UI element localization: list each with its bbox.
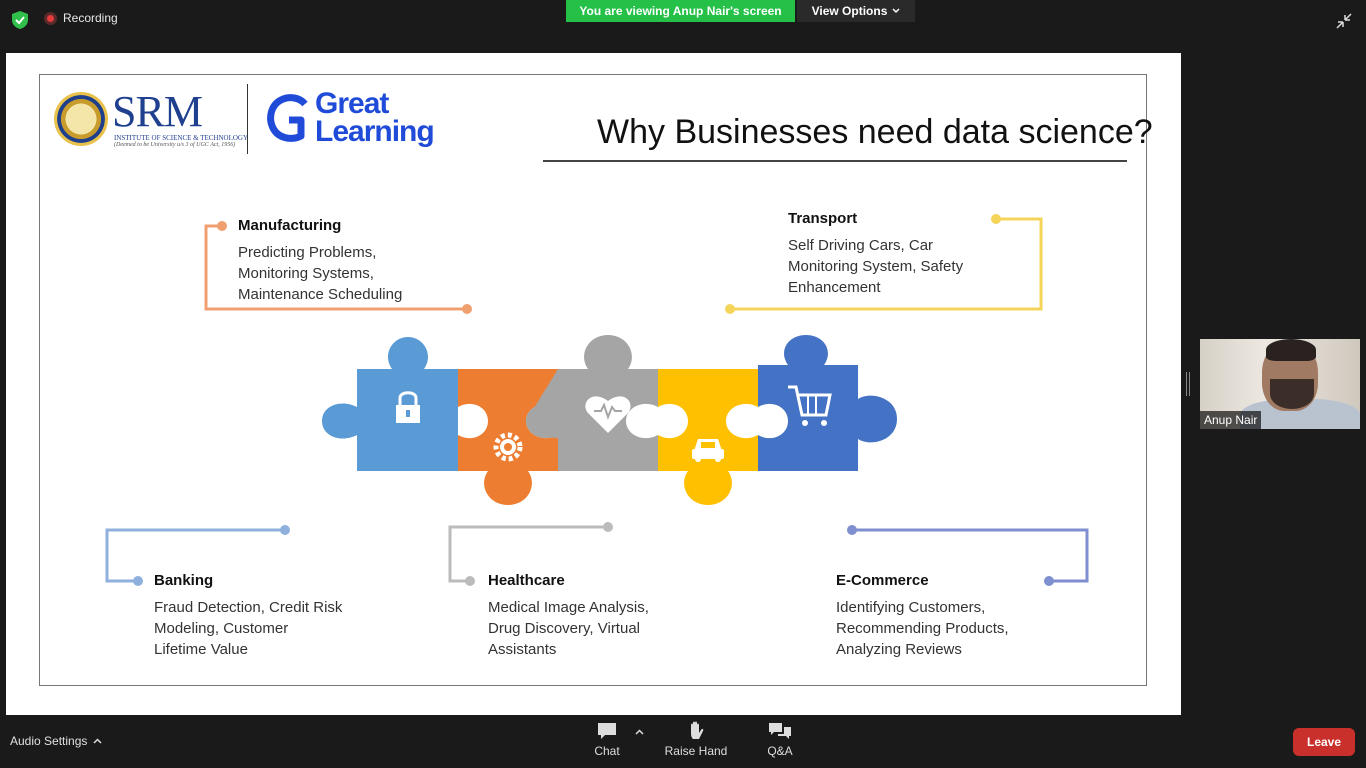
transport-body: Self Driving Cars, Car Monitoring System… xyxy=(788,237,964,296)
chevron-up-icon xyxy=(93,738,102,744)
exit-fullscreen-icon[interactable] xyxy=(1333,10,1355,32)
puzzle-piece-cart xyxy=(758,335,897,471)
participant-video[interactable]: Anup Nair xyxy=(1200,339,1360,429)
transport-block: Transport Self Driving Cars, Car Monitor… xyxy=(788,210,963,298)
healthcare-heading: Healthcare xyxy=(488,572,565,589)
raise-hand-icon xyxy=(691,721,704,739)
presentation-slide: SRM INSTITUTE OF SCIENCE & TECHNOLOGY (D… xyxy=(39,74,1153,686)
chevron-down-icon xyxy=(892,8,900,14)
recording-label: Recording xyxy=(63,11,118,25)
manufacturing-block: Manufacturing Predicting Problems, Monit… xyxy=(238,217,402,305)
qa-label: Q&A xyxy=(767,744,793,758)
healthcare-body: Medical Image Analysis, Drug Discovery, … xyxy=(488,599,649,658)
ecommerce-block: E-Commerce Identifying Customers, Recomm… xyxy=(836,572,1009,660)
recording-indicator[interactable]: Recording xyxy=(44,11,118,25)
banking-heading: Banking xyxy=(154,572,214,589)
ecommerce-body: Identifying Customers, Recommending Prod… xyxy=(836,599,1009,658)
audio-settings-label: Audio Settings xyxy=(10,734,88,748)
audio-settings-button[interactable]: Audio Settings xyxy=(10,734,102,748)
banking-block: Banking Fraud Detection, Credit Risk Mod… xyxy=(154,572,342,660)
record-icon xyxy=(44,11,57,25)
participant-hair xyxy=(1266,339,1316,361)
raise-hand-label: Raise Hand xyxy=(664,744,728,758)
bottom-toolbar: Audio Settings Chat Raise Hand Q&A Leave xyxy=(0,715,1366,768)
chat-icon xyxy=(598,723,616,739)
shield-check-icon[interactable] xyxy=(10,10,30,30)
shared-screen: SRM INSTITUTE OF SCIENCE & TECHNOLOGY (D… xyxy=(6,53,1181,715)
qa-icon xyxy=(769,723,791,739)
raise-hand-button[interactable]: Raise Hand xyxy=(664,721,728,758)
leave-button[interactable]: Leave xyxy=(1293,728,1355,756)
participant-beard xyxy=(1270,379,1314,409)
chat-options-chevron-icon[interactable] xyxy=(635,729,644,735)
transport-heading: Transport xyxy=(788,210,858,227)
puzzle-graphic xyxy=(322,335,897,505)
ecommerce-heading: E-Commerce xyxy=(836,572,929,589)
chat-button[interactable]: Chat xyxy=(590,721,624,758)
view-options-label: View Options xyxy=(811,4,888,18)
chat-label: Chat xyxy=(594,744,620,758)
view-options-button[interactable]: View Options xyxy=(797,0,915,22)
puzzle-piece-lock xyxy=(322,337,458,471)
banking-body: Fraud Detection, Credit Risk Modeling, C… xyxy=(154,599,343,658)
top-bar: Recording You are viewing Anup Nair's sc… xyxy=(0,0,1366,44)
qa-button[interactable]: Q&A xyxy=(762,721,798,758)
puzzle-piece-car xyxy=(658,369,758,505)
panel-resize-handle[interactable] xyxy=(1186,372,1190,396)
participant-name: Anup Nair xyxy=(1200,411,1262,429)
viewing-banner: You are viewing Anup Nair's screen xyxy=(566,0,795,22)
manufacturing-body: Predicting Problems, Monitoring Systems,… xyxy=(238,244,403,303)
manufacturing-heading: Manufacturing xyxy=(238,217,342,234)
healthcare-block: Healthcare Medical Image Analysis, Drug … xyxy=(488,572,649,660)
